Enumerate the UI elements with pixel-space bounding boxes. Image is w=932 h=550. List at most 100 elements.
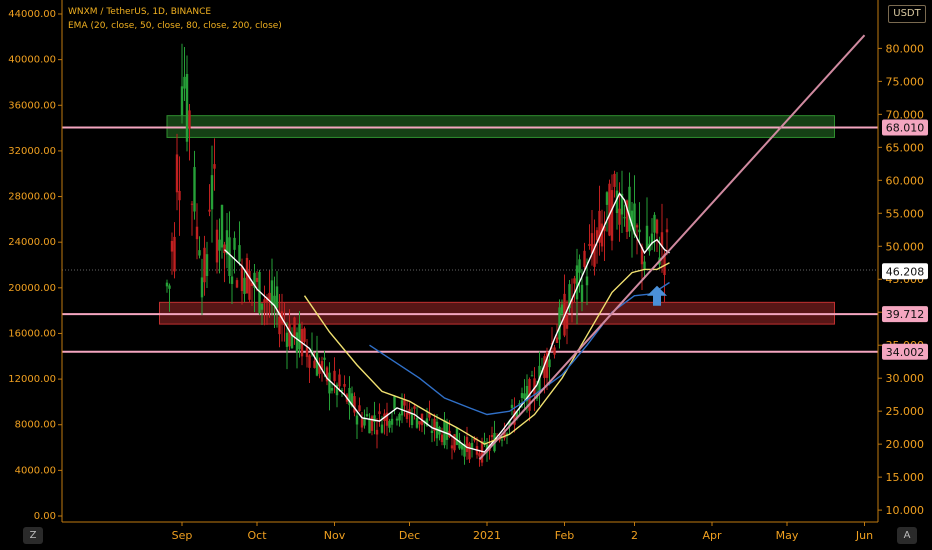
- price-label-text: 34.002: [886, 346, 925, 359]
- candle-body: [230, 276, 234, 284]
- price-chart[interactable]: 0.00 4000.00 8000.00 12000.00 16000.00 20000.…: [0, 0, 932, 550]
- candle-body: [375, 429, 379, 435]
- candle-body: [608, 183, 611, 236]
- candle-body: [200, 277, 204, 298]
- candle-body: [468, 443, 471, 460]
- x-axis-tick-label: 2021: [473, 529, 501, 542]
- candle-body: [213, 164, 216, 169]
- candle-body: [343, 384, 346, 387]
- candle-body: [365, 414, 369, 417]
- candle-body: [470, 442, 474, 449]
- indicator-legend: EMA (20, close, 50, close, 80, close, 20…: [68, 21, 282, 31]
- candle-body: [285, 332, 289, 347]
- left-axis: 0.00 4000.00 8000.00 12000.00 16000.00 20000.…: [8, 9, 62, 522]
- x-axis-tick-label: May: [776, 529, 799, 542]
- left-axis-tick-label: 0.00: [34, 511, 56, 522]
- candle-body: [390, 418, 394, 425]
- candle-body: [235, 280, 239, 288]
- candle-body: [255, 277, 259, 282]
- right-axis-tick-label: 60.000: [886, 174, 925, 187]
- x-axis-tick-label: Jun: [855, 529, 873, 542]
- candle-body: [583, 250, 586, 267]
- candle-body: [223, 244, 226, 254]
- timezone-button[interactable]: Z: [23, 527, 43, 544]
- candle-body: [585, 276, 589, 286]
- candle-body: [333, 370, 336, 382]
- candle-body: [623, 217, 626, 219]
- candle-body: [618, 208, 621, 225]
- left-axis-tick-label: 16000.00: [8, 328, 56, 339]
- candle-body: [520, 393, 524, 398]
- candle-body: [323, 357, 326, 360]
- candle-body: [358, 405, 361, 412]
- candle-body: [330, 388, 334, 391]
- candle-body: [328, 372, 331, 394]
- candle-body: [393, 396, 396, 409]
- candle-body: [410, 413, 414, 426]
- candle-body: [553, 347, 556, 355]
- candle-body: [415, 417, 419, 428]
- candle-body: [240, 266, 244, 292]
- candle-body: [665, 229, 669, 233]
- candle-body: [645, 225, 649, 249]
- candle-body: [628, 186, 631, 232]
- right-axis-tick-label: 20.000: [886, 438, 925, 451]
- candle-body: [595, 230, 599, 241]
- left-axis-tick-label: 12000.00: [8, 374, 56, 385]
- candle-body: [440, 434, 444, 443]
- candle-body: [555, 337, 559, 343]
- x-axis-tick-label: Oct: [247, 529, 267, 542]
- candles-layer: [165, 43, 669, 467]
- candle-body: [208, 209, 211, 212]
- right-axis-tick-label: 75.000: [886, 75, 925, 88]
- candle-body: [613, 173, 616, 187]
- right-axis-tick-label: 30.000: [886, 372, 925, 385]
- candle-body: [413, 406, 416, 409]
- candle-body: [178, 190, 181, 201]
- auto-scale-button[interactable]: A: [897, 527, 917, 544]
- candle-body: [303, 328, 306, 342]
- candle-body: [210, 175, 214, 210]
- candle-body: [600, 223, 604, 247]
- left-axis-tick-label: 8000.00: [15, 420, 56, 431]
- x-axis-tick-label: Apr: [702, 529, 722, 542]
- candle-body: [378, 411, 381, 415]
- candle-body: [445, 421, 449, 440]
- candle-body: [215, 229, 219, 263]
- candle-body: [398, 413, 401, 421]
- candle-body: [220, 204, 224, 248]
- ema-50-line: [303, 262, 670, 445]
- candle-body: [308, 355, 311, 368]
- price-label-text: 46.208: [886, 265, 925, 278]
- candle-body: [263, 299, 266, 303]
- x-axis-tick-label: Dec: [399, 529, 420, 542]
- candle-body: [368, 419, 371, 434]
- x-axis: Sep Oct Nov Dec 2021 Feb 2 Apr May Jun: [172, 522, 873, 542]
- right-axis-tick-label: 50.000: [886, 240, 925, 253]
- currency-badge[interactable]: USDT: [888, 5, 926, 23]
- candle-body: [490, 434, 494, 438]
- candle-body: [195, 226, 199, 240]
- candle-body: [338, 374, 341, 387]
- x-axis-tick-label: 2: [631, 529, 638, 542]
- candle-body: [500, 439, 504, 441]
- candle-body: [635, 225, 639, 228]
- candle-body: [655, 219, 659, 234]
- candle-body: [313, 360, 316, 368]
- x-axis-tick-label: Sep: [172, 529, 193, 542]
- candle-body: [275, 286, 279, 308]
- candle-body: [638, 229, 641, 233]
- candle-body: [243, 277, 246, 294]
- price-label-text: 39.712: [886, 308, 925, 321]
- candle-body: [588, 243, 591, 246]
- right-axis-tick-label: 10.000: [886, 504, 925, 517]
- candle-body: [578, 259, 581, 273]
- candle-body: [228, 237, 231, 276]
- candle-body: [465, 437, 469, 452]
- candle-body: [478, 453, 481, 457]
- x-axis-tick-label: Feb: [555, 529, 574, 542]
- candle-body: [573, 278, 576, 284]
- candle-body: [298, 323, 301, 350]
- trendline-layer: [478, 34, 866, 460]
- candle-body: [193, 167, 196, 212]
